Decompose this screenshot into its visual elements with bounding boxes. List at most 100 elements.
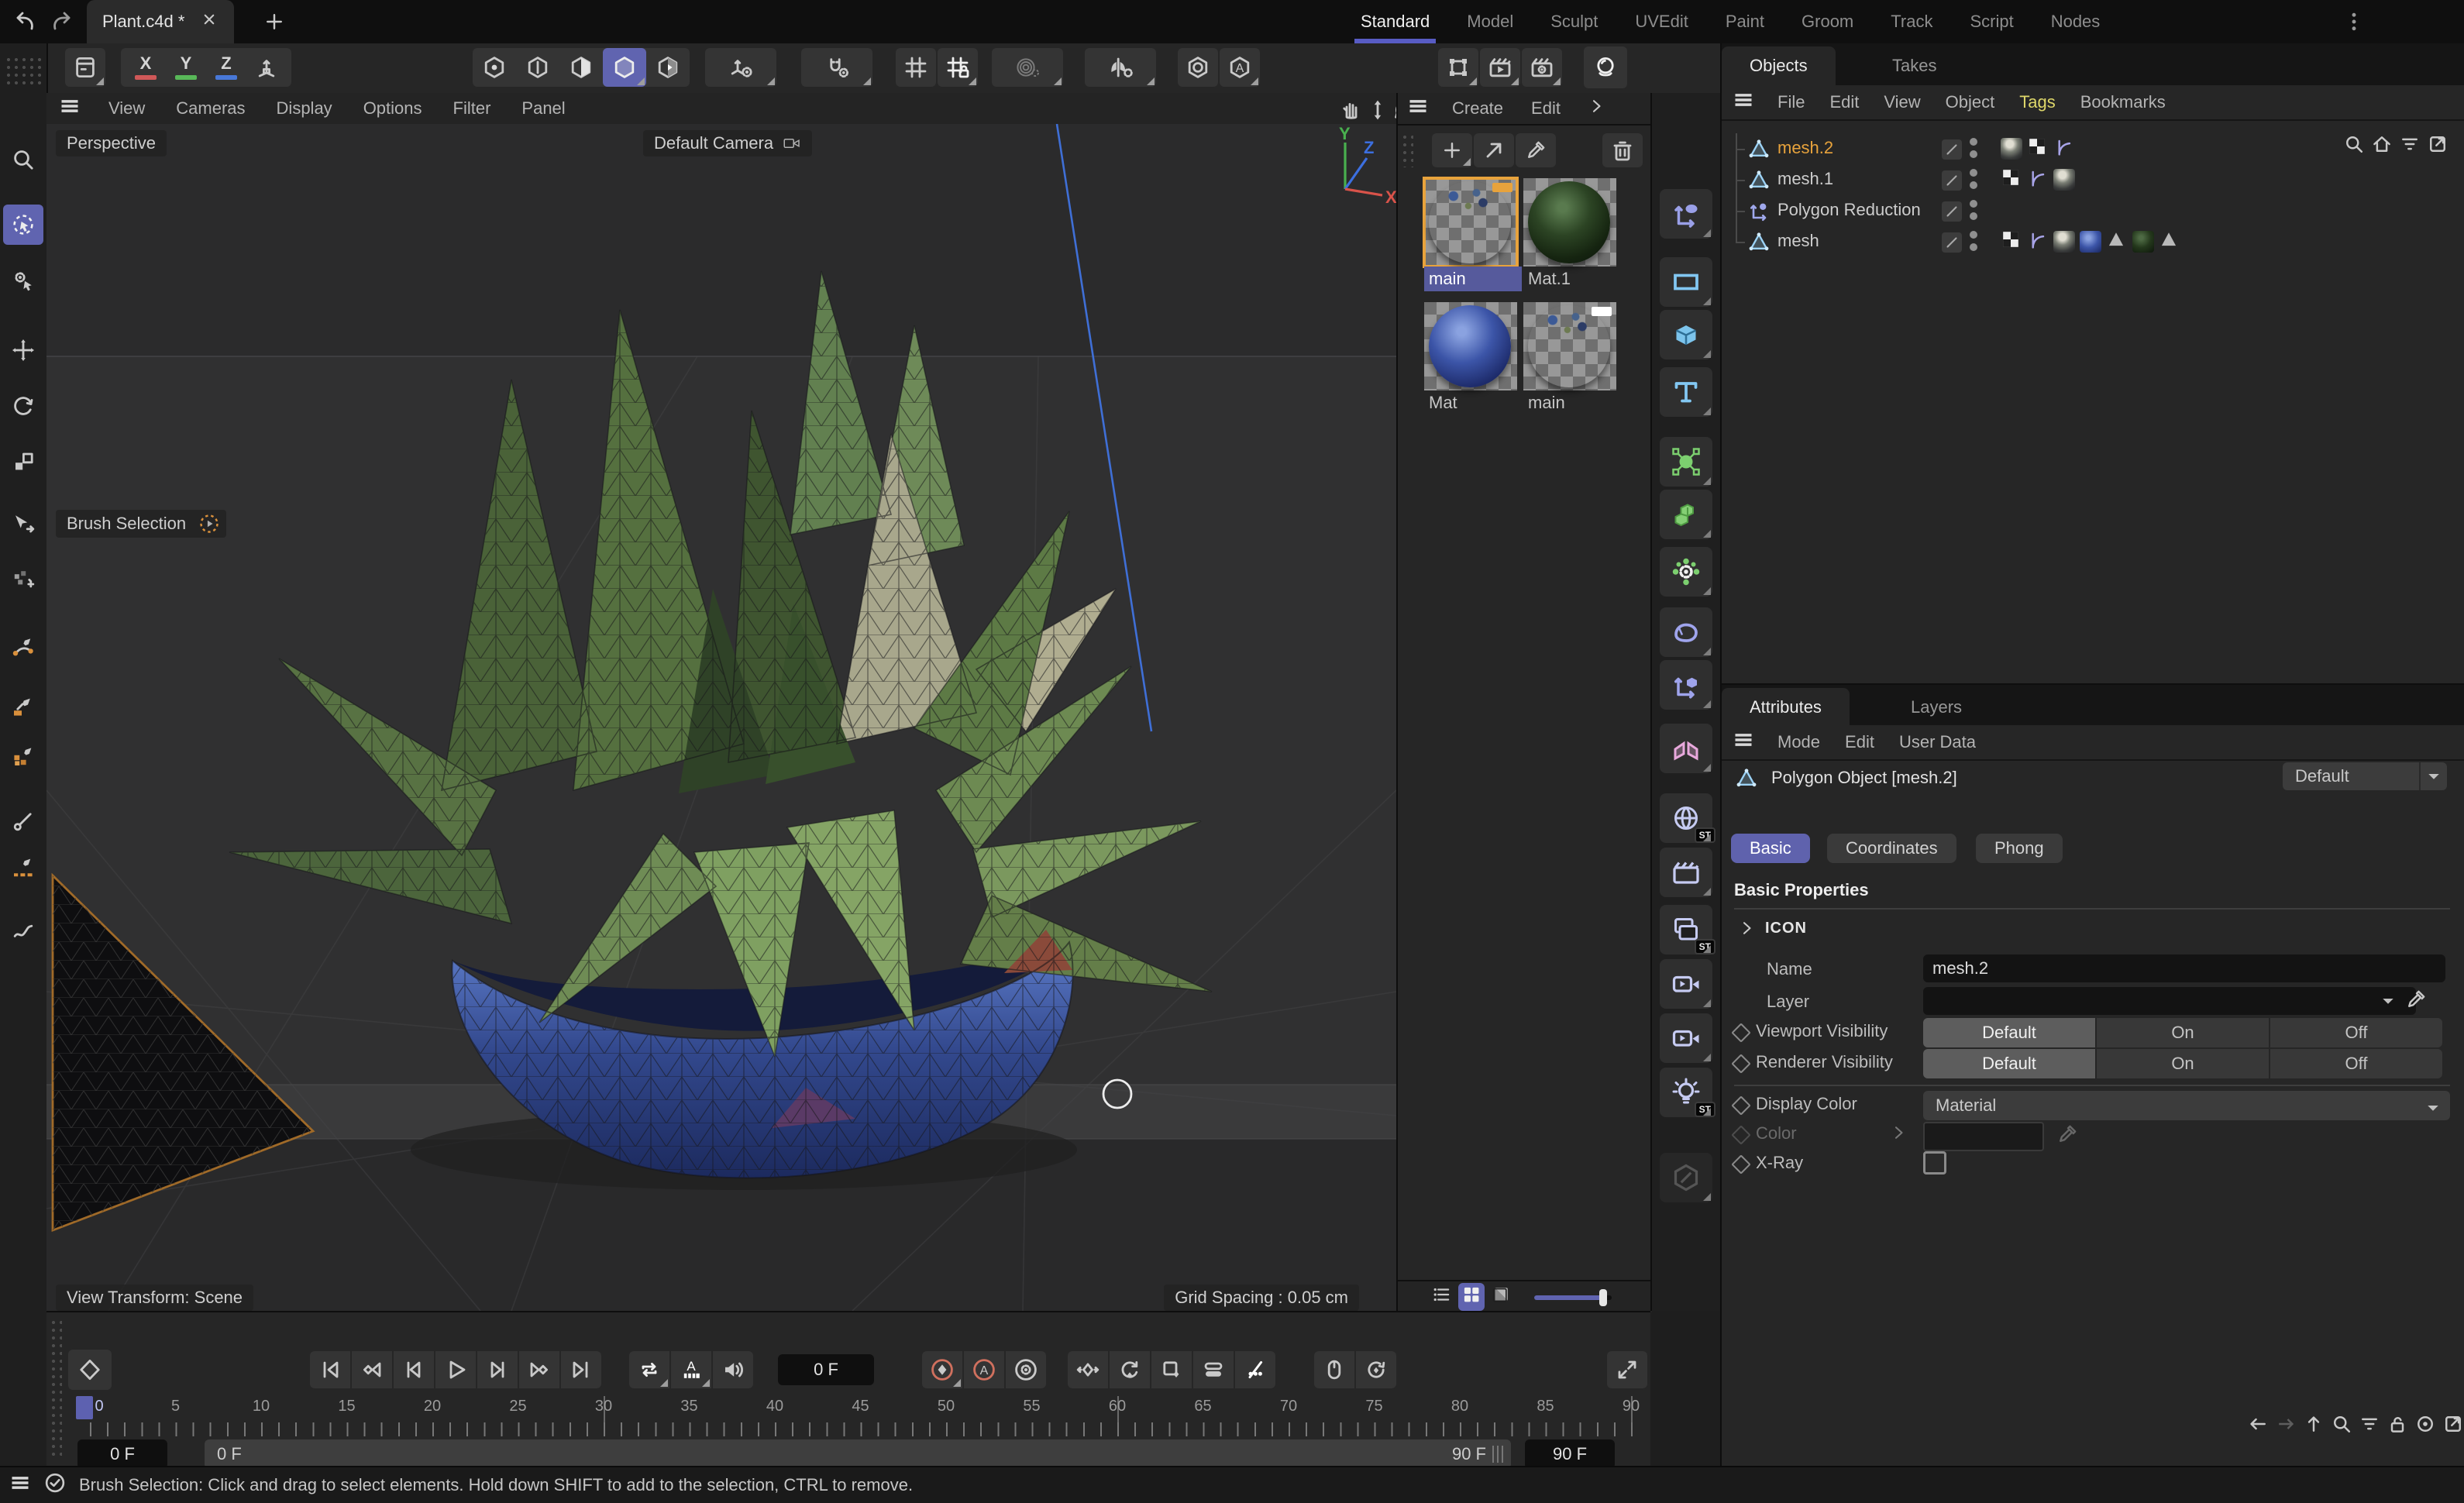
key-position-toggle[interactable] bbox=[1068, 1351, 1108, 1388]
color-expand-icon[interactable] bbox=[1889, 1123, 1908, 1147]
autokey-range-toggle[interactable]: A bbox=[671, 1351, 711, 1388]
axis-lock-z-button[interactable]: Z bbox=[206, 48, 246, 87]
visibility-option-off[interactable]: Off bbox=[2270, 1018, 2442, 1047]
viewport-menu-filter[interactable]: Filter bbox=[438, 98, 507, 119]
key-rotation-toggle[interactable] bbox=[1110, 1351, 1150, 1388]
attr-panel-icon[interactable] bbox=[2442, 1413, 2464, 1439]
tool-rotate[interactable] bbox=[3, 386, 43, 426]
axis-tool-button[interactable] bbox=[246, 48, 287, 87]
tool-move[interactable] bbox=[3, 330, 43, 370]
material-grid-view-icon[interactable] bbox=[1458, 1283, 1485, 1311]
transport-prev-key-button[interactable] bbox=[352, 1351, 392, 1388]
points-mode-button[interactable] bbox=[473, 48, 516, 87]
attr-search-icon[interactable] bbox=[2331, 1413, 2352, 1439]
material-thumbnail[interactable] bbox=[1523, 302, 1616, 390]
project-settings-button[interactable] bbox=[65, 48, 105, 87]
material-thumbnail[interactable] bbox=[1424, 178, 1517, 267]
display-color-dropdown[interactable]: Material bbox=[1923, 1091, 2450, 1120]
gizmo-settings-button[interactable] bbox=[705, 48, 776, 87]
material-name[interactable]: Mat bbox=[1424, 390, 1522, 415]
viewport-menu-cameras[interactable]: Cameras bbox=[160, 98, 260, 119]
objects-menu-view[interactable]: View bbox=[1871, 92, 1932, 112]
current-frame-field[interactable]: 0 F bbox=[778, 1354, 874, 1385]
render-view-button[interactable] bbox=[1480, 48, 1520, 87]
palette-deformer-button[interactable] bbox=[1660, 189, 1712, 239]
attr-lock-icon[interactable] bbox=[2387, 1413, 2408, 1439]
document-tab-close-button[interactable] bbox=[200, 10, 219, 33]
section-tab-basic[interactable]: Basic bbox=[1731, 834, 1810, 863]
renderer-visibility-dot[interactable] bbox=[1970, 243, 1977, 251]
material-name[interactable]: main bbox=[1424, 267, 1522, 291]
auto-mode-button[interactable]: A bbox=[1220, 48, 1260, 87]
key-disable-toggle[interactable] bbox=[1235, 1351, 1275, 1388]
palette-film-button[interactable] bbox=[1660, 848, 1712, 897]
tool-scale[interactable] bbox=[3, 442, 43, 482]
object-row[interactable]: mesh bbox=[1722, 226, 2464, 257]
range-grip[interactable] bbox=[1492, 1446, 1505, 1463]
tool-line-cut[interactable] bbox=[3, 801, 43, 841]
layout-tab-model[interactable]: Model bbox=[1448, 0, 1532, 43]
viewport-visibility-dot[interactable] bbox=[1970, 169, 1977, 177]
dolly-icon[interactable] bbox=[1365, 98, 1390, 127]
visibility-option-on[interactable]: On bbox=[2097, 1049, 2269, 1078]
attr-track-icon[interactable] bbox=[2414, 1413, 2436, 1439]
display-tag-icon[interactable] bbox=[2001, 172, 2021, 191]
undo-button[interactable] bbox=[12, 9, 37, 39]
name-input[interactable]: mesh.2 bbox=[1923, 954, 2445, 982]
texture-tag-icon[interactable] bbox=[2001, 138, 2022, 160]
workplane-button[interactable] bbox=[896, 48, 936, 87]
viewport-visibility-dot[interactable] bbox=[1970, 231, 1977, 239]
model-mode-button[interactable] bbox=[603, 48, 646, 87]
material-menu-overflow[interactable] bbox=[1587, 97, 1605, 120]
sound-toggle[interactable] bbox=[713, 1351, 753, 1388]
palette-light-button[interactable]: ST bbox=[1660, 1068, 1712, 1117]
tool-live-selection[interactable] bbox=[3, 205, 43, 245]
preset-dropdown[interactable]: Default bbox=[2283, 762, 2447, 790]
tab-layers[interactable]: Layers bbox=[1883, 688, 1990, 727]
layer-input[interactable] bbox=[1923, 987, 2416, 1015]
objects-menu-file[interactable]: File bbox=[1765, 92, 1817, 112]
snap-settings-button[interactable] bbox=[801, 48, 872, 87]
tool-spline-smooth[interactable] bbox=[3, 910, 43, 950]
viewport-visibility-dot[interactable] bbox=[1970, 138, 1977, 146]
transport-next-key-button[interactable] bbox=[519, 1351, 559, 1388]
layout-tab-track[interactable]: Track bbox=[1872, 0, 1951, 43]
display-tag-icon[interactable] bbox=[2027, 141, 2047, 160]
tab-attributes[interactable]: Attributes bbox=[1722, 688, 1850, 727]
material-menu-button[interactable] bbox=[1407, 95, 1429, 122]
mouse-record-button[interactable] bbox=[1314, 1351, 1354, 1388]
camera-label[interactable]: Default Camera bbox=[643, 130, 812, 156]
palette-plane-button[interactable] bbox=[1660, 257, 1712, 307]
object-enable-toggle[interactable] bbox=[1942, 170, 1962, 191]
axis-lock-x-button[interactable]: X bbox=[126, 48, 166, 87]
selection-tag-icon[interactable] bbox=[2159, 234, 2179, 253]
xray-checkbox[interactable] bbox=[1923, 1151, 1946, 1175]
viewport-menu-display[interactable]: Display bbox=[261, 98, 348, 119]
object-row[interactable]: mesh.2 bbox=[1722, 133, 2464, 164]
tool-spline-dash[interactable] bbox=[3, 848, 43, 888]
material-thumbnail[interactable] bbox=[1424, 302, 1517, 390]
palette-cube-button[interactable] bbox=[1660, 310, 1712, 359]
visibility-option-default[interactable]: Default bbox=[1923, 1018, 2095, 1047]
palette-text-button[interactable] bbox=[1660, 367, 1712, 417]
viewport-menu-panel[interactable]: Panel bbox=[506, 98, 580, 119]
transport-play-button[interactable] bbox=[435, 1351, 476, 1388]
layer-picker-icon[interactable] bbox=[2405, 989, 2427, 1015]
pick-material-button[interactable] bbox=[1516, 133, 1556, 167]
color-swatch[interactable] bbox=[1923, 1122, 2044, 1151]
autokeying-button[interactable]: A bbox=[964, 1351, 1004, 1388]
material-size-slider[interactable] bbox=[1534, 1295, 1612, 1300]
object-name[interactable]: mesh.1 bbox=[1777, 169, 1833, 189]
material-tag-icon[interactable] bbox=[2132, 231, 2154, 253]
objects-menu-bookmarks[interactable]: Bookmarks bbox=[2068, 92, 2178, 112]
section-tab-coordinates[interactable]: Coordinates bbox=[1827, 834, 1956, 863]
object-enable-toggle[interactable] bbox=[1942, 139, 1962, 160]
transport-go-start-button[interactable] bbox=[310, 1351, 350, 1388]
add-material-button[interactable] bbox=[1432, 133, 1472, 167]
renderer-visibility-dot[interactable] bbox=[1970, 150, 1977, 158]
attr-forward-icon[interactable] bbox=[2275, 1413, 2297, 1439]
range-end-field[interactable]: 90 F bbox=[1525, 1439, 1615, 1469]
material-name[interactable]: main bbox=[1523, 390, 1621, 415]
render-settings-button[interactable] bbox=[1522, 48, 1562, 87]
visibility-option-on[interactable]: On bbox=[2097, 1018, 2269, 1047]
